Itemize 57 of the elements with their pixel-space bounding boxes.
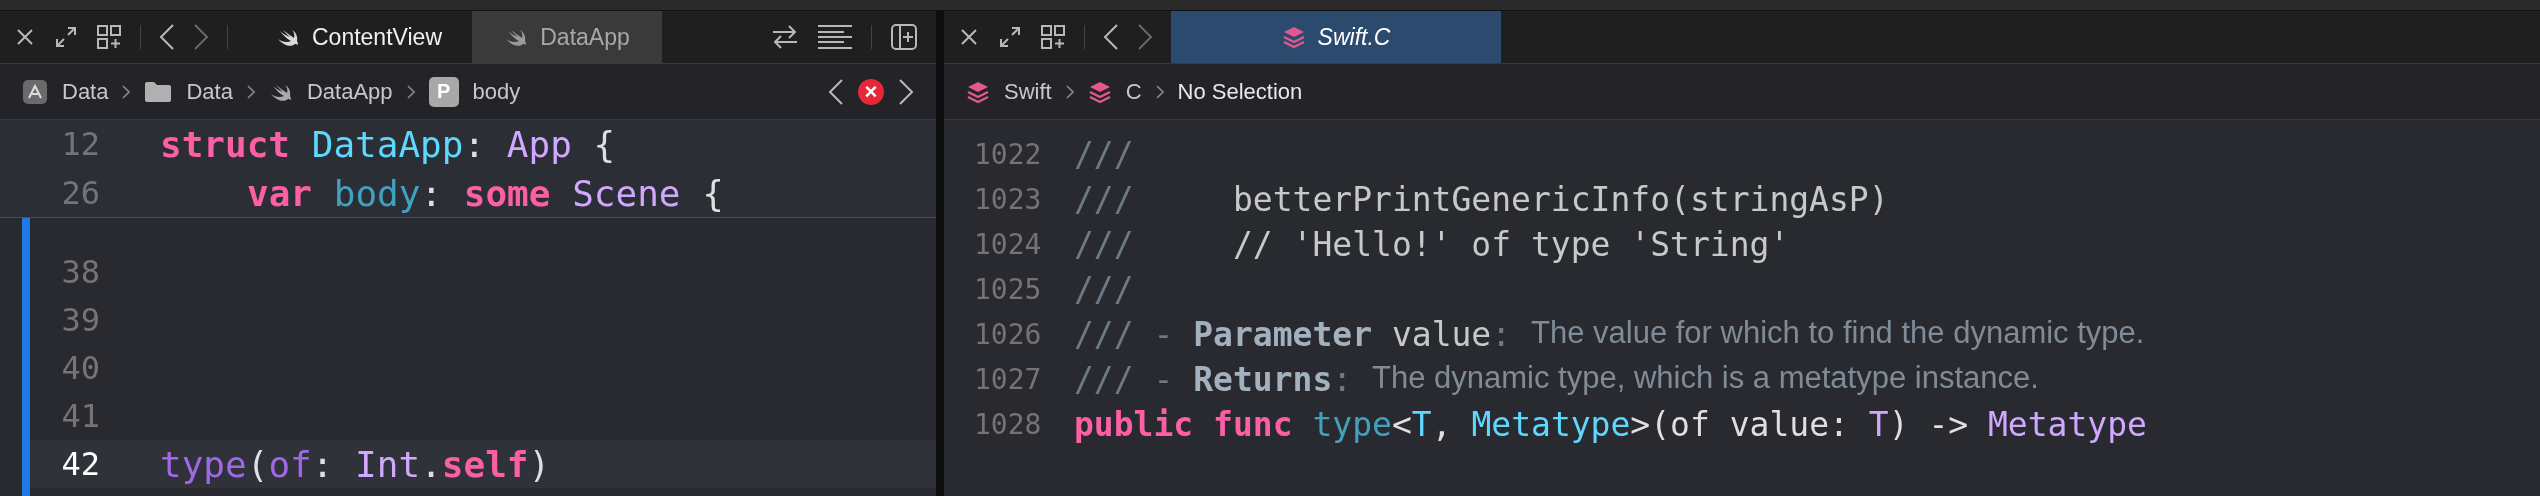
layers-icon [1281, 25, 1306, 49]
code-line: /// [1074, 135, 1134, 174]
chevron-icon [406, 83, 415, 100]
chevron-icon [246, 83, 255, 100]
chevron-icon [122, 83, 131, 100]
line-number: 1027 [974, 363, 1043, 396]
editor-tab[interactable]: DataApp [472, 11, 662, 63]
line-number: 42 [60, 445, 101, 483]
editor-tab[interactable]: Swift.C [1171, 11, 1501, 63]
line-number: 1026 [974, 318, 1043, 351]
grid-icon[interactable] [1040, 24, 1066, 50]
code-line: /// - Parameter value: The value for which to find the dynamic type. [1074, 315, 2145, 354]
chevron-icon [1065, 83, 1074, 100]
line-number: 12 [60, 125, 101, 163]
code-line: var body: some Scene { [246, 172, 724, 214]
folder-icon [144, 79, 173, 104]
breadcrumb-item[interactable]: Data [186, 78, 233, 105]
code-line: public func type<T, Metatype>(of value: T) -> Metatype [1074, 405, 2147, 444]
expand-icon[interactable] [998, 25, 1022, 49]
error-badge[interactable]: × [858, 78, 884, 105]
app-icon [22, 78, 48, 105]
line-number: 1023 [974, 183, 1043, 216]
line-number: 39 [60, 301, 101, 339]
chevron-icon [1155, 83, 1164, 100]
forward-icon[interactable] [898, 77, 914, 106]
breadcrumb-item[interactable]: C [1125, 78, 1142, 105]
back-icon[interactable] [1103, 23, 1119, 51]
code-line: type(of: Int.self) [160, 443, 551, 485]
breadcrumb-item[interactable]: DataApp [306, 78, 393, 105]
breadcrumb-item[interactable]: Swift [1004, 78, 1052, 105]
editor-tab[interactable]: ContentView [246, 11, 472, 63]
property-badge: P [428, 76, 459, 107]
code-line: /// betterPrintGenericInfo(stringAsP) [1074, 180, 1889, 219]
line-number: 26 [60, 174, 101, 212]
line-number: 41 [60, 397, 101, 435]
code-line: struct DataApp: App { [160, 123, 616, 165]
line-number: 1024 [974, 228, 1043, 261]
lines-icon[interactable] [817, 24, 853, 50]
line-number: 38 [60, 253, 101, 291]
line-number: 1025 [974, 273, 1043, 306]
breadcrumb-item[interactable]: No Selection [1177, 78, 1303, 105]
grid-icon[interactable] [96, 24, 122, 50]
line-number: 1028 [974, 408, 1043, 441]
back-icon[interactable] [159, 23, 175, 51]
back-icon[interactable] [828, 77, 844, 106]
code-line: /// // 'Hello!' of type 'String' [1074, 225, 1790, 264]
code-line: /// - Returns: The dynamic type, which is a metatype instance. [1074, 360, 2039, 399]
breadcrumb-item[interactable]: body [472, 78, 521, 105]
layers-icon [966, 79, 990, 104]
line-number: 40 [60, 349, 101, 387]
layers-icon [1087, 79, 1112, 104]
expand-icon[interactable] [54, 25, 78, 49]
add-editor-icon[interactable] [890, 23, 918, 51]
breadcrumb-item[interactable]: Data [62, 78, 109, 105]
code-line: /// [1074, 270, 1134, 309]
swap-arrows-icon[interactable] [771, 24, 799, 50]
line-number: 1022 [974, 138, 1043, 171]
